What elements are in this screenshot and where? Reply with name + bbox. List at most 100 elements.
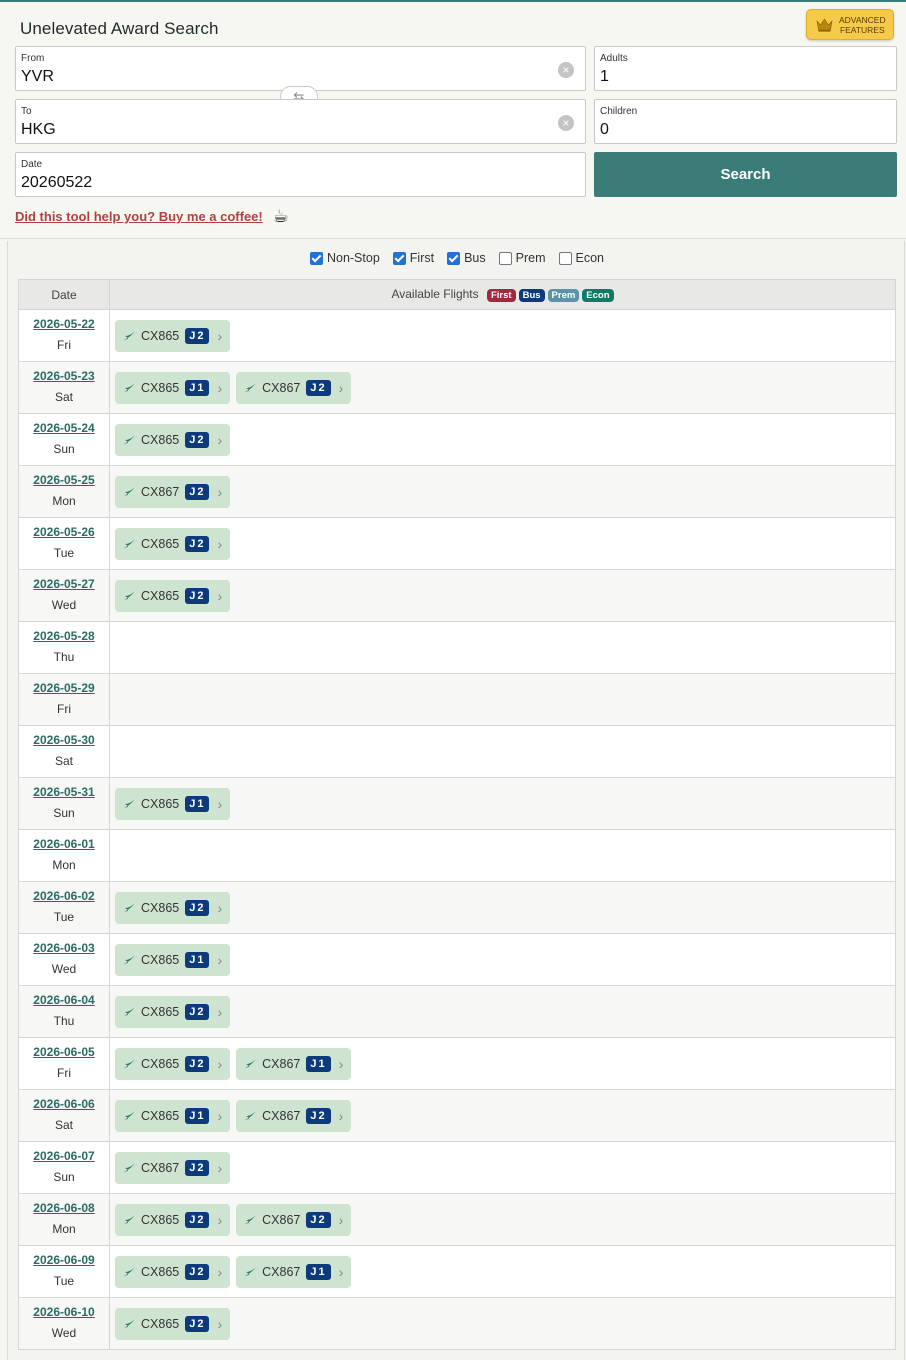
checkbox-icon[interactable] xyxy=(498,251,512,265)
date-link[interactable]: 2026-05-24 xyxy=(19,421,109,435)
children-field[interactable]: Children 0 xyxy=(594,99,897,144)
flight-chip[interactable]: CX865 J2 › xyxy=(115,319,231,352)
flight-chip[interactable]: CX865 J2 › xyxy=(115,579,231,612)
flight-chip[interactable]: CX867 J2 › xyxy=(236,1203,352,1236)
airline-logo-icon xyxy=(122,1214,136,1226)
flight-chip[interactable]: CX865 J2 › xyxy=(115,1047,231,1080)
checkbox-icon[interactable] xyxy=(558,251,572,265)
flight-chip[interactable]: CX865 J2 › xyxy=(115,527,231,560)
filter-econ[interactable]: Econ xyxy=(558,251,604,265)
to-field[interactable]: To HKG × xyxy=(15,99,586,144)
flight-chip[interactable]: CX865 J2 › xyxy=(115,1255,231,1288)
flight-chip[interactable]: CX867 J2 › xyxy=(115,475,231,508)
flight-code: CX865 xyxy=(141,900,180,915)
airline-logo-icon xyxy=(122,382,136,394)
date-link[interactable]: 2026-06-05 xyxy=(19,1045,109,1059)
date-cell: 2026-05-29 Fri xyxy=(18,673,110,726)
flight-chip[interactable]: CX865 J1 › xyxy=(115,787,231,820)
date-link[interactable]: 2026-05-28 xyxy=(19,629,109,643)
date-link[interactable]: 2026-06-09 xyxy=(19,1253,109,1267)
buy-coffee-link[interactable]: Did this tool help you? Buy me a coffee! xyxy=(15,209,263,224)
flight-chip[interactable]: CX867 J1 › xyxy=(236,1255,352,1288)
date-link[interactable]: 2026-06-03 xyxy=(19,941,109,955)
date-cell: 2026-05-25 Mon xyxy=(18,465,110,518)
table-row: 2026-05-26 Tue CX865 J2 › xyxy=(18,517,896,570)
date-link[interactable]: 2026-06-10 xyxy=(19,1305,109,1319)
flight-chip[interactable]: CX867 J1 › xyxy=(236,1047,352,1080)
filter-nonstop[interactable]: Non-Stop xyxy=(309,251,380,265)
flight-chip[interactable]: CX865 J1 › xyxy=(115,943,231,976)
day-of-week: Wed xyxy=(51,962,77,976)
clear-from-icon[interactable]: × xyxy=(558,62,574,78)
flight-code: CX865 xyxy=(141,1004,180,1019)
table-row: 2026-05-23 Sat CX865 J1 › CX867 J2 › xyxy=(18,361,896,414)
date-link[interactable]: 2026-06-02 xyxy=(19,889,109,903)
from-field[interactable]: From YVR × xyxy=(15,46,586,91)
date-label: Date xyxy=(21,159,43,170)
from-value[interactable]: YVR xyxy=(21,68,54,86)
date-cell: 2026-05-23 Sat xyxy=(18,361,110,414)
filter-prem[interactable]: Prem xyxy=(498,251,546,265)
children-value[interactable]: 0 xyxy=(600,121,609,139)
cabin-availability-badge: J2 xyxy=(306,1107,331,1124)
filter-label: Prem xyxy=(515,251,546,265)
adults-field[interactable]: Adults 1 xyxy=(594,46,897,91)
date-link[interactable]: 2026-05-25 xyxy=(19,473,109,487)
date-link[interactable]: 2026-05-30 xyxy=(19,733,109,747)
table-row: 2026-05-24 Sun CX865 J2 › xyxy=(18,413,896,466)
checkbox-icon[interactable] xyxy=(392,251,406,265)
filter-bus[interactable]: Bus xyxy=(447,251,486,265)
flights-cell: CX865 J2 › xyxy=(109,309,896,362)
advanced-features-button[interactable]: ADVANCED FEATURES xyxy=(806,9,894,40)
date-link[interactable]: 2026-05-26 xyxy=(19,525,109,539)
date-link[interactable]: 2026-05-23 xyxy=(19,369,109,383)
flight-chip[interactable]: CX867 J2 › xyxy=(115,1151,231,1184)
day-of-week: Tue xyxy=(53,910,75,924)
filter-first[interactable]: First xyxy=(392,251,434,265)
day-of-week: Fri xyxy=(57,338,71,352)
table-row: 2026-05-27 Wed CX865 J2 › xyxy=(18,569,896,622)
flight-chip[interactable]: CX867 J2 › xyxy=(236,371,352,404)
adults-label: Adults xyxy=(600,53,628,64)
flight-chip[interactable]: CX865 J2 › xyxy=(115,1307,231,1340)
airline-logo-icon xyxy=(122,1058,136,1070)
day-of-week: Tue xyxy=(53,546,75,560)
airline-logo-icon xyxy=(122,902,136,914)
flight-chip[interactable]: CX865 J1 › xyxy=(115,371,231,404)
flight-chip[interactable]: CX865 J2 › xyxy=(115,423,231,456)
date-cell: 2026-06-08 Mon xyxy=(18,1193,110,1246)
date-link[interactable]: 2026-06-01 xyxy=(19,837,109,851)
checkbox-icon[interactable] xyxy=(309,251,323,265)
date-column-header: Date xyxy=(18,279,110,310)
flights-cell: CX865 J1 › CX867 J2 › xyxy=(109,361,896,414)
date-link[interactable]: 2026-05-27 xyxy=(19,577,109,591)
date-link[interactable]: 2026-06-04 xyxy=(19,993,109,1007)
date-link[interactable]: 2026-06-07 xyxy=(19,1149,109,1163)
date-link[interactable]: 2026-05-31 xyxy=(19,785,109,799)
date-cell: 2026-06-07 Sun xyxy=(18,1141,110,1194)
date-field[interactable]: Date 20260522 xyxy=(15,152,586,197)
flight-chip[interactable]: CX865 J1 › xyxy=(115,1099,231,1132)
flight-chip[interactable]: CX865 J2 › xyxy=(115,1203,231,1236)
flight-chip[interactable]: CX865 J2 › xyxy=(115,891,231,924)
children-label: Children xyxy=(600,106,638,117)
chevron-right-icon: › xyxy=(217,951,223,968)
search-button[interactable]: Search xyxy=(594,152,897,197)
coffee-link-row: Did this tool help you? Buy me a coffee!… xyxy=(15,206,289,227)
cabin-availability-badge: J1 xyxy=(185,795,210,812)
cabin-availability-badge: J1 xyxy=(306,1263,331,1280)
flight-chip[interactable]: CX865 J2 › xyxy=(115,995,231,1028)
clear-to-icon[interactable]: × xyxy=(558,115,574,131)
date-link[interactable]: 2026-05-29 xyxy=(19,681,109,695)
flight-chip[interactable]: CX867 J2 › xyxy=(236,1099,352,1132)
date-value[interactable]: 20260522 xyxy=(21,174,92,192)
table-row: 2026-06-07 Sun CX867 J2 › xyxy=(18,1141,896,1194)
airline-logo-icon xyxy=(122,1162,136,1174)
adults-value[interactable]: 1 xyxy=(600,68,609,86)
date-link[interactable]: 2026-05-22 xyxy=(19,317,109,331)
date-link[interactable]: 2026-06-06 xyxy=(19,1097,109,1111)
day-of-week: Sun xyxy=(53,806,75,820)
checkbox-icon[interactable] xyxy=(447,251,461,265)
date-link[interactable]: 2026-06-08 xyxy=(19,1201,109,1215)
to-value[interactable]: HKG xyxy=(21,121,56,139)
